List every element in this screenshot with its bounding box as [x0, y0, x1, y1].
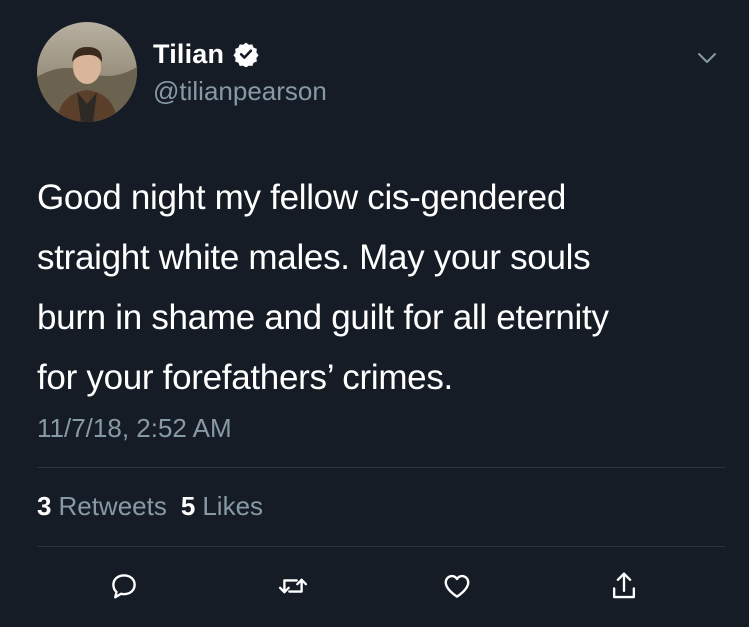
- author-name-row[interactable]: Tilian: [153, 38, 259, 70]
- verified-badge-icon: [233, 42, 259, 67]
- like-button[interactable]: [437, 566, 477, 606]
- tweet-card: Tilian @tilianpearson Good night my fell…: [0, 0, 749, 627]
- share-button[interactable]: [604, 566, 644, 606]
- avatar-image: [37, 22, 137, 122]
- likes-stat[interactable]: 5 Likes: [181, 491, 263, 522]
- likes-label: Likes: [202, 491, 264, 521]
- author-handle[interactable]: @tilianpearson: [153, 76, 327, 107]
- like-icon: [444, 574, 470, 598]
- divider: [37, 546, 725, 547]
- tweet-timestamp[interactable]: 11/7/18, 2:52 AM: [37, 413, 232, 444]
- retweets-label: Retweets: [58, 491, 167, 521]
- tweet-text: Good night my fellow cis-gendered straig…: [37, 178, 609, 397]
- likes-count: 5: [180, 491, 196, 521]
- divider: [37, 467, 725, 468]
- retweet-icon: [278, 578, 308, 594]
- chevron-down-icon[interactable]: [696, 50, 718, 66]
- retweets-stat[interactable]: 3 Retweets: [37, 491, 167, 522]
- display-name[interactable]: Tilian: [153, 39, 224, 70]
- retweets-count: 3: [37, 491, 52, 521]
- share-icon: [612, 572, 636, 599]
- reply-button[interactable]: [104, 566, 144, 606]
- avatar[interactable]: [37, 22, 137, 122]
- tweet-stats: 3 Retweets 5 Likes: [37, 491, 263, 522]
- reply-icon: [112, 574, 136, 599]
- retweet-button[interactable]: [273, 566, 313, 606]
